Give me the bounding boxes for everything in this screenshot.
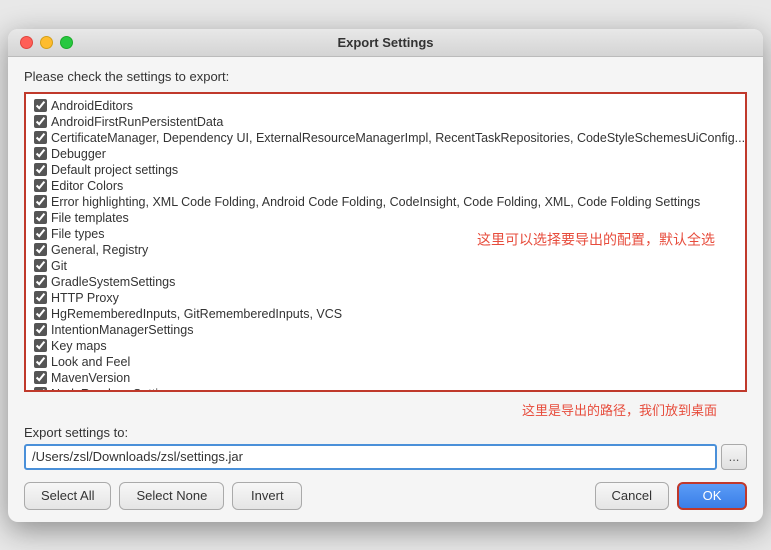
settings-checkbox[interactable] [34,243,47,256]
settings-checkbox[interactable] [34,211,47,224]
select-all-button[interactable]: Select All [24,482,111,510]
list-item: Error highlighting, XML Code Folding, An… [26,194,745,210]
list-item: Key maps [26,338,745,354]
settings-checkbox[interactable] [34,163,47,176]
settings-checkbox[interactable] [34,131,47,144]
settings-checkbox[interactable] [34,275,47,288]
button-row: Select All Select None Invert Cancel OK [24,482,747,510]
settings-item-label: NodeRendererSettings [51,387,178,392]
select-none-button[interactable]: Select None [119,482,224,510]
close-button-icon[interactable] [20,36,33,49]
list-item: AndroidEditors [26,98,745,114]
ok-button[interactable]: OK [677,482,747,510]
settings-item-label: HTTP Proxy [51,291,119,305]
titlebar: Export Settings [8,29,763,57]
settings-item-label: IntentionManagerSettings [51,323,193,337]
settings-checkbox[interactable] [34,179,47,192]
settings-item-label: Default project settings [51,163,178,177]
settings-item-label: File types [51,227,105,241]
list-item: GradleSystemSettings [26,274,745,290]
browse-button[interactable]: ... [721,444,747,470]
settings-list: AndroidEditors AndroidFirstRunPersistentD… [26,98,745,392]
minimize-button-icon[interactable] [40,36,53,49]
settings-item-label: Key maps [51,339,107,353]
settings-checkbox[interactable] [34,323,47,336]
settings-checkbox[interactable] [34,147,47,160]
list-item: Look and Feel [26,354,745,370]
list-item: Editor Colors [26,178,745,194]
invert-button[interactable]: Invert [232,482,302,510]
settings-item-label: HgRememberedInputs, GitRememberedInputs,… [51,307,342,321]
settings-item-label: AndroidFirstRunPersistentData [51,115,223,129]
settings-checkbox[interactable] [34,115,47,128]
right-buttons: Cancel OK [595,482,747,510]
settings-checkbox[interactable] [34,291,47,304]
window-title: Export Settings [337,35,433,50]
list-item: HTTP Proxy [26,290,745,306]
settings-checkbox[interactable] [34,195,47,208]
list-item: Debugger [26,146,745,162]
settings-item-label: GradleSystemSettings [51,275,175,289]
instruction-label: Please check the settings to export: [24,69,747,84]
list-item: Git [26,258,745,274]
export-path-section: 这里是导出的路径，我们放到桌面 Export settings to: ... [24,400,747,470]
path-annotation: 这里是导出的路径，我们放到桌面 [24,400,747,419]
settings-item-label: Debugger [51,147,106,161]
export-path-input[interactable] [24,444,717,470]
list-item: MavenVersion [26,370,745,386]
settings-checkbox[interactable] [34,371,47,384]
settings-item-label: AndroidEditors [51,99,133,113]
settings-item-label: Look and Feel [51,355,130,369]
list-item: File types [26,226,745,242]
settings-checkbox[interactable] [34,259,47,272]
cancel-button[interactable]: Cancel [595,482,669,510]
export-settings-window: Export Settings Please check the setting… [8,29,763,522]
left-buttons: Select All Select None Invert [24,482,302,510]
list-item: NodeRendererSettings [26,386,745,392]
settings-item-label: Editor Colors [51,179,123,193]
settings-checkbox[interactable] [34,227,47,240]
settings-checkbox[interactable] [34,339,47,352]
main-content: Please check the settings to export: And… [8,57,763,522]
export-path-row: ... [24,444,747,470]
settings-item-label: General, Registry [51,243,148,257]
settings-checkbox[interactable] [34,307,47,320]
list-item: General, Registry [26,242,745,258]
list-item: File templates [26,210,745,226]
export-path-label: Export settings to: [24,425,747,440]
list-item: Default project settings [26,162,745,178]
list-item: HgRememberedInputs, GitRememberedInputs,… [26,306,745,322]
settings-item-label: CertificateManager, Dependency UI, Exter… [51,131,745,145]
settings-item-label: File templates [51,211,129,225]
settings-item-label: Error highlighting, XML Code Folding, An… [51,195,700,209]
list-item: AndroidFirstRunPersistentData [26,114,745,130]
list-item: IntentionManagerSettings [26,322,745,338]
settings-item-label: MavenVersion [51,371,130,385]
traffic-lights [20,36,73,49]
settings-checkbox[interactable] [34,99,47,112]
list-item: CertificateManager, Dependency UI, Exter… [26,130,745,146]
settings-item-label: Git [51,259,67,273]
settings-checkbox[interactable] [34,355,47,368]
settings-checkbox[interactable] [34,387,47,392]
settings-list-container[interactable]: AndroidEditors AndroidFirstRunPersistentD… [24,92,747,392]
maximize-button-icon[interactable] [60,36,73,49]
